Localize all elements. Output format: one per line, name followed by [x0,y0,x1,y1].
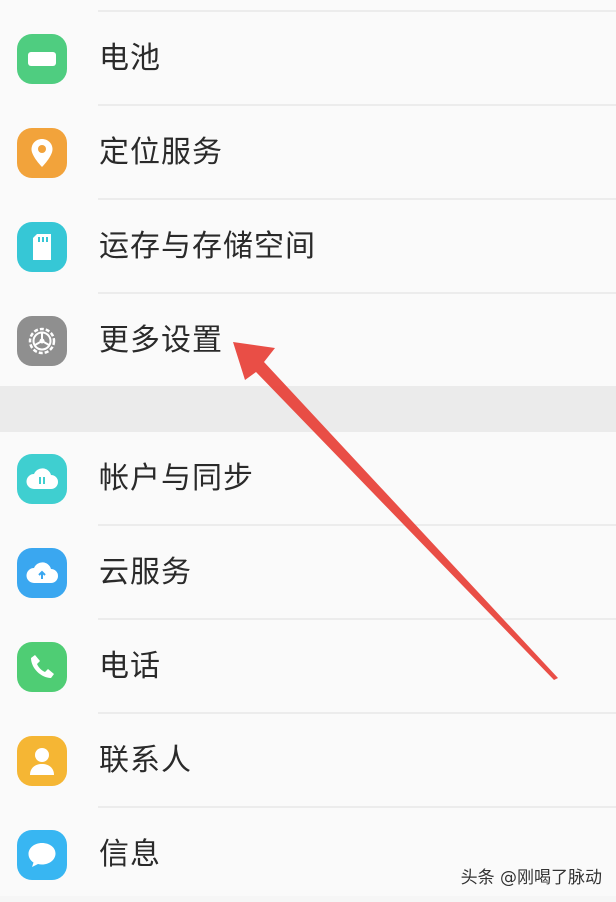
watermark-text: 头条 @刚喝了脉动 [460,868,602,888]
settings-item-battery[interactable]: 电池 [0,12,616,106]
settings-item-label: 运存与存储空间 [99,229,316,264]
contact-person-icon [17,736,67,786]
phone-icon [17,642,67,692]
settings-item-label: 电话 [99,649,161,684]
cloud-icon [17,548,67,598]
settings-item-label: 信息 [99,837,161,872]
settings-item-label: 帐户与同步 [99,461,254,496]
settings-item-location[interactable]: 定位服务 [0,106,616,200]
section-separator [0,386,616,432]
settings-item-phone[interactable]: 电话 [0,620,616,714]
settings-item-label: 更多设置 [99,323,223,358]
settings-item-more-settings[interactable]: 更多设置 [0,294,616,388]
location-pin-icon [17,128,67,178]
settings-item-storage[interactable]: 运存与存储空间 [0,200,616,294]
settings-item-cloud-service[interactable]: 云服务 [0,526,616,620]
message-bubble-icon [17,830,67,880]
settings-item-label: 云服务 [99,555,192,590]
settings-item-contacts[interactable]: 联系人 [0,714,616,808]
gear-icon [17,316,67,366]
battery-icon [17,34,67,84]
settings-group-1: 电池 定位服务 运存与存储空间 更多设置 [0,0,616,386]
settings-item-label: 电池 [99,41,161,76]
settings-item-label: 定位服务 [99,135,223,170]
sd-card-icon [17,222,67,272]
cloud-sync-icon [17,454,67,504]
settings-item-label: 联系人 [99,743,192,778]
settings-item-account-sync[interactable]: 帐户与同步 [0,432,616,526]
settings-group-2: 帐户与同步 云服务 电话 联系人 信息 [0,432,616,896]
